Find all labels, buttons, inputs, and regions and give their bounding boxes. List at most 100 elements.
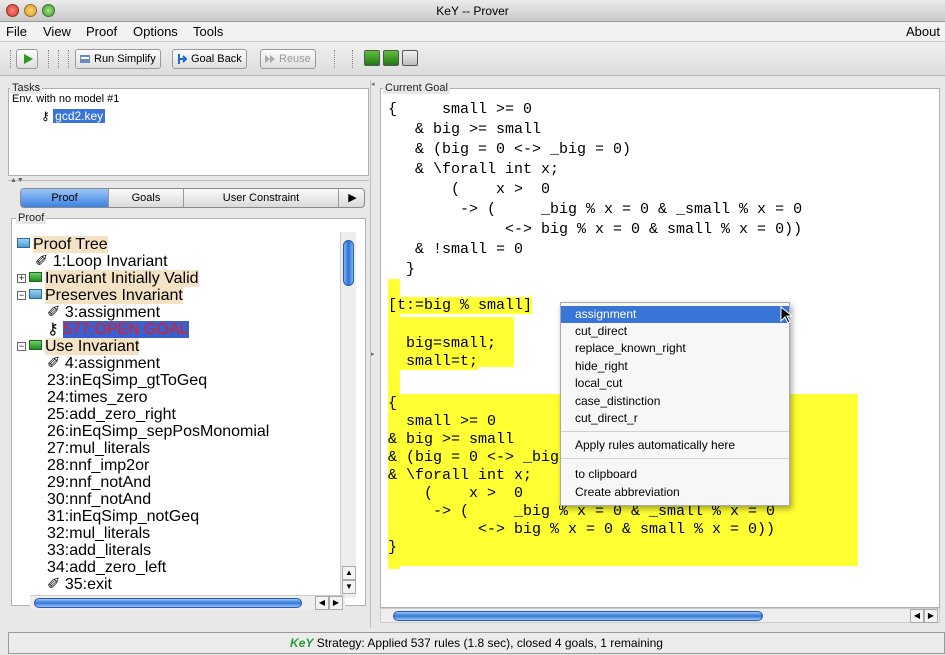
- toolbar-separator: [58, 50, 59, 68]
- rule-icon: ✐: [47, 576, 65, 593]
- collapse-icon[interactable]: −: [17, 342, 26, 351]
- tab-goals[interactable]: Goals: [109, 189, 184, 207]
- menu-item-cut-direct[interactable]: cut_direct: [561, 323, 789, 340]
- tree-node[interactable]: 32:mul_literals: [47, 525, 150, 543]
- menu-item-apply-auto[interactable]: Apply rules automatically here: [561, 437, 789, 454]
- status-text: Strategy: Applied 537 rules (1.8 sec), c…: [316, 636, 663, 650]
- scroll-left-arrow-icon[interactable]: ◀: [910, 609, 924, 623]
- goal-bottom-line: }: [388, 539, 398, 556]
- tree-node[interactable]: − Use Invariant: [17, 338, 140, 356]
- menu-item-create-abbreviation[interactable]: Create abbreviation: [561, 484, 789, 501]
- divider-right-arrow-icon: ▸: [371, 351, 375, 358]
- task-env: Env. with no model #1: [12, 93, 120, 105]
- goal-back-icon: [178, 54, 188, 64]
- goal-bottom-line: small >= 0: [388, 413, 497, 430]
- zoom-window-button[interactable]: [42, 4, 55, 17]
- tab-proof[interactable]: Proof: [21, 189, 109, 207]
- tree-node[interactable]: 33:add_literals: [47, 542, 151, 560]
- goal-back-button[interactable]: Goal Back: [172, 49, 247, 69]
- close-window-button[interactable]: [6, 4, 19, 17]
- menu-item-hide-right[interactable]: hide_right: [561, 358, 789, 375]
- current-goal-label: Current Goal: [383, 82, 450, 94]
- tree-node[interactable]: 30:nnf_notAnd: [47, 491, 151, 509]
- menu-item-assignment[interactable]: assignment: [561, 306, 789, 323]
- tab-more-arrow-icon[interactable]: ▶: [339, 189, 364, 207]
- proof-tree-vscrollbar[interactable]: ▲ ▼: [340, 232, 356, 598]
- menu-item-cut-direct-r[interactable]: cut_direct_r: [561, 410, 789, 427]
- tree-node[interactable]: 27:mul_literals: [47, 440, 150, 458]
- tree-node[interactable]: 28:nnf_imp2or: [47, 457, 149, 475]
- scroll-left-arrow-icon[interactable]: ◀: [315, 596, 329, 610]
- run-simplify-label: Run Simplify: [94, 53, 156, 65]
- menu-item-local-cut[interactable]: local_cut: [561, 375, 789, 392]
- scroll-down-arrow-icon[interactable]: ▼: [342, 580, 356, 594]
- reuse-button[interactable]: Reuse: [260, 49, 316, 69]
- menu-tools[interactable]: Tools: [193, 24, 223, 39]
- tree-node[interactable]: + Invariant Initially Valid: [17, 270, 199, 288]
- tree-node[interactable]: 26:inEqSimp_sepPosMonomial: [47, 423, 269, 441]
- minimize-window-button[interactable]: [24, 4, 37, 17]
- goal-bottom-line: {: [388, 395, 398, 412]
- left-panel: Env. with no model #1 ⚷ gcd2.key Tasks ▲…: [8, 80, 369, 628]
- tab-user-constraint[interactable]: User Constraint: [184, 189, 339, 207]
- collapse-icon[interactable]: −: [17, 291, 26, 300]
- key-prover-window: KeY -- Prover File View Proof Options To…: [0, 0, 945, 655]
- hscroll-thumb[interactable]: [393, 611, 763, 621]
- split-divider[interactable]: ▲▼: [8, 177, 369, 186]
- tree-node[interactable]: ✐ 35:exit: [47, 576, 112, 594]
- status-bar: KeY Strategy: Applied 537 rules (1.8 sec…: [8, 632, 945, 654]
- tree-node[interactable]: 31:inEqSimp_notGeq: [47, 508, 199, 526]
- menu-separator: [561, 458, 789, 459]
- tree-node[interactable]: − Preserves Invariant: [17, 287, 183, 305]
- open-folder-icon[interactable]: [364, 50, 380, 66]
- open-recent-folder-icon[interactable]: [383, 50, 399, 66]
- tree-node[interactable]: 34:add_zero_left: [47, 559, 166, 577]
- menu-view[interactable]: View: [43, 24, 71, 39]
- run-button[interactable]: [16, 49, 38, 69]
- toolbar-separator: [352, 50, 353, 68]
- tree-node[interactable]: 25:add_zero_right: [47, 406, 176, 424]
- reuse-label: Reuse: [279, 53, 311, 65]
- tree-node-open-goal[interactable]: ⚷ 577:OPEN GOAL: [47, 321, 189, 339]
- goal-update-line[interactable]: [t:=big % small]: [388, 297, 533, 314]
- tasks-label: Tasks: [10, 82, 43, 94]
- rule-icon: ✐: [47, 355, 65, 372]
- goal-top-line: & (big = 0 <-> _big = 0): [388, 141, 632, 158]
- menu-file[interactable]: File: [6, 24, 27, 39]
- expand-icon[interactable]: +: [17, 274, 26, 283]
- run-simplify-button[interactable]: Run Simplify: [75, 49, 161, 69]
- tree-node[interactable]: 29:nnf_notAnd: [47, 474, 151, 492]
- vscroll-thumb[interactable]: [343, 240, 354, 286]
- goal-mid-line: small=t;: [388, 353, 479, 370]
- menu-item-to-clipboard[interactable]: to clipboard: [561, 466, 789, 483]
- menu-bar: File View Proof Options Tools About: [0, 22, 945, 42]
- toolbar: Run Simplify Goal Back Reuse: [0, 42, 945, 76]
- tree-node[interactable]: ✐ 4:assignment: [47, 355, 160, 373]
- mouse-cursor-icon: [780, 306, 792, 324]
- menu-proof[interactable]: Proof: [86, 24, 117, 39]
- scroll-up-arrow-icon[interactable]: ▲: [342, 566, 356, 580]
- rule-context-menu: assignment cut_direct replace_known_righ…: [560, 302, 790, 506]
- goal-bottom-line: <-> big % x = 0 & small % x = 0)): [388, 521, 776, 538]
- proof-label: Proof: [16, 212, 47, 224]
- menu-separator: [561, 431, 789, 432]
- tree-node-root[interactable]: Proof Tree: [17, 236, 108, 254]
- menu-item-case-distinction[interactable]: case_distinction: [561, 393, 789, 410]
- tree-node[interactable]: 24:times_zero: [47, 389, 148, 407]
- proof-tree[interactable]: Proof Tree ✐ 1:Loop Invariant + Invariant…: [17, 228, 362, 600]
- goal-hscrollbar[interactable]: ◀ ▶: [380, 608, 940, 623]
- save-icon[interactable]: [402, 50, 418, 66]
- tree-node[interactable]: 23:inEqSimp_gtToGeq: [47, 372, 207, 390]
- scroll-right-arrow-icon[interactable]: ▶: [924, 609, 938, 623]
- menu-item-replace-known-right[interactable]: replace_known_right: [561, 340, 789, 357]
- menu-about[interactable]: About: [906, 24, 940, 39]
- task-file-item[interactable]: ⚷ gcd2.key: [41, 109, 106, 123]
- tree-node[interactable]: ✐ 1:Loop Invariant: [35, 253, 168, 271]
- goal-top-line: & !small = 0: [388, 241, 524, 258]
- scroll-right-arrow-icon[interactable]: ▶: [329, 596, 343, 610]
- proof-tree-hscrollbar[interactable]: ◀ ▶: [30, 595, 345, 610]
- menu-options[interactable]: Options: [133, 24, 178, 39]
- hscroll-thumb[interactable]: [34, 598, 302, 608]
- tree-node[interactable]: ✐ 3:assignment: [47, 304, 160, 322]
- simplify-icon: [80, 55, 90, 63]
